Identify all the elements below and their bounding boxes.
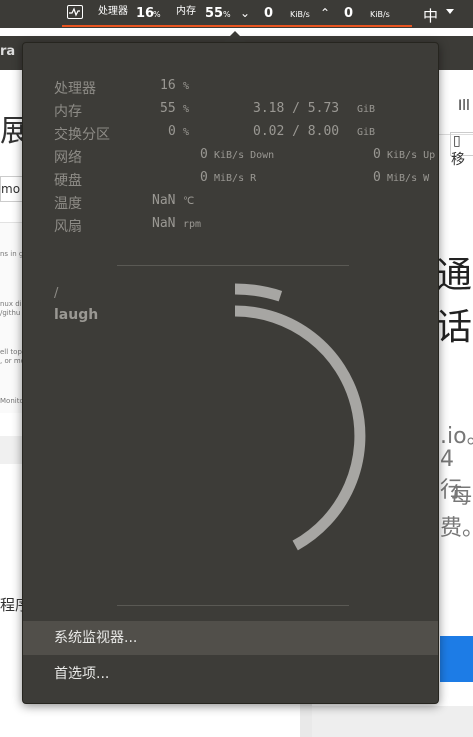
preferences-menu-item[interactable]: 首选项... [23, 657, 438, 691]
down-panel-unit: KiB/s [290, 10, 310, 19]
popup-pointer [224, 31, 246, 42]
page-text-right: 费。 [440, 516, 473, 541]
list-item[interactable]: ell top [0, 348, 22, 357]
pulse-icon [69, 7, 80, 17]
list-item[interactable]: Monito [0, 397, 24, 406]
system-monitor-menu-item[interactable]: 系统监视器... [23, 621, 438, 655]
blue-action-button[interactable] [440, 636, 473, 682]
active-indicator [62, 25, 412, 27]
list-item[interactable]: /githu [0, 309, 20, 318]
mobile-icon: ▯ [453, 133, 461, 149]
top-panel: 处理器 16 % 内存 55 % ⌄ 0 KiB/s ⌃ 0 KiB/s 中 [0, 0, 473, 28]
mobile-label: 移 [451, 152, 465, 168]
page-heading-right: 通话 [436, 255, 473, 348]
system-monitor-icon[interactable] [67, 5, 83, 19]
right-tab-label[interactable]: Ill [458, 98, 470, 114]
cpu-panel-unit: % [153, 10, 161, 19]
mem-panel-unit: % [223, 10, 231, 19]
cpu-panel-label: 处理器 [98, 6, 128, 17]
cpu-panel-value: 16 [136, 6, 155, 21]
download-arrow-icon: ⌄ [240, 6, 251, 20]
upload-arrow-icon: ⌃ [320, 6, 331, 20]
disk-usage-gauge [234, 283, 366, 551]
mem-panel-value: 55 [205, 6, 224, 21]
up-panel-value: 0 [344, 6, 354, 21]
down-panel-value: 0 [264, 6, 274, 21]
browser-tab-title[interactable]: ra [0, 44, 15, 59]
page-text-right: .io。 [440, 424, 473, 449]
mobile-button[interactable]: ▯移 [450, 132, 473, 168]
disk-usage-arc [234, 305, 366, 551]
up-panel-unit: KiB/s [370, 10, 390, 19]
page-text-right: 每 [450, 484, 473, 509]
system-monitor-popup: 处理器 16 % 内存 55 % 3.18 / 5.73 GiB 交换分区 0 … [22, 42, 439, 704]
disk-usage-marker [234, 283, 283, 302]
bottom-band [300, 706, 473, 737]
mem-panel-label: 内存 [176, 6, 196, 17]
separator-bottom [117, 605, 349, 606]
dropdown-icon[interactable] [446, 9, 454, 14]
input-method-indicator[interactable]: 中 [423, 5, 438, 26]
